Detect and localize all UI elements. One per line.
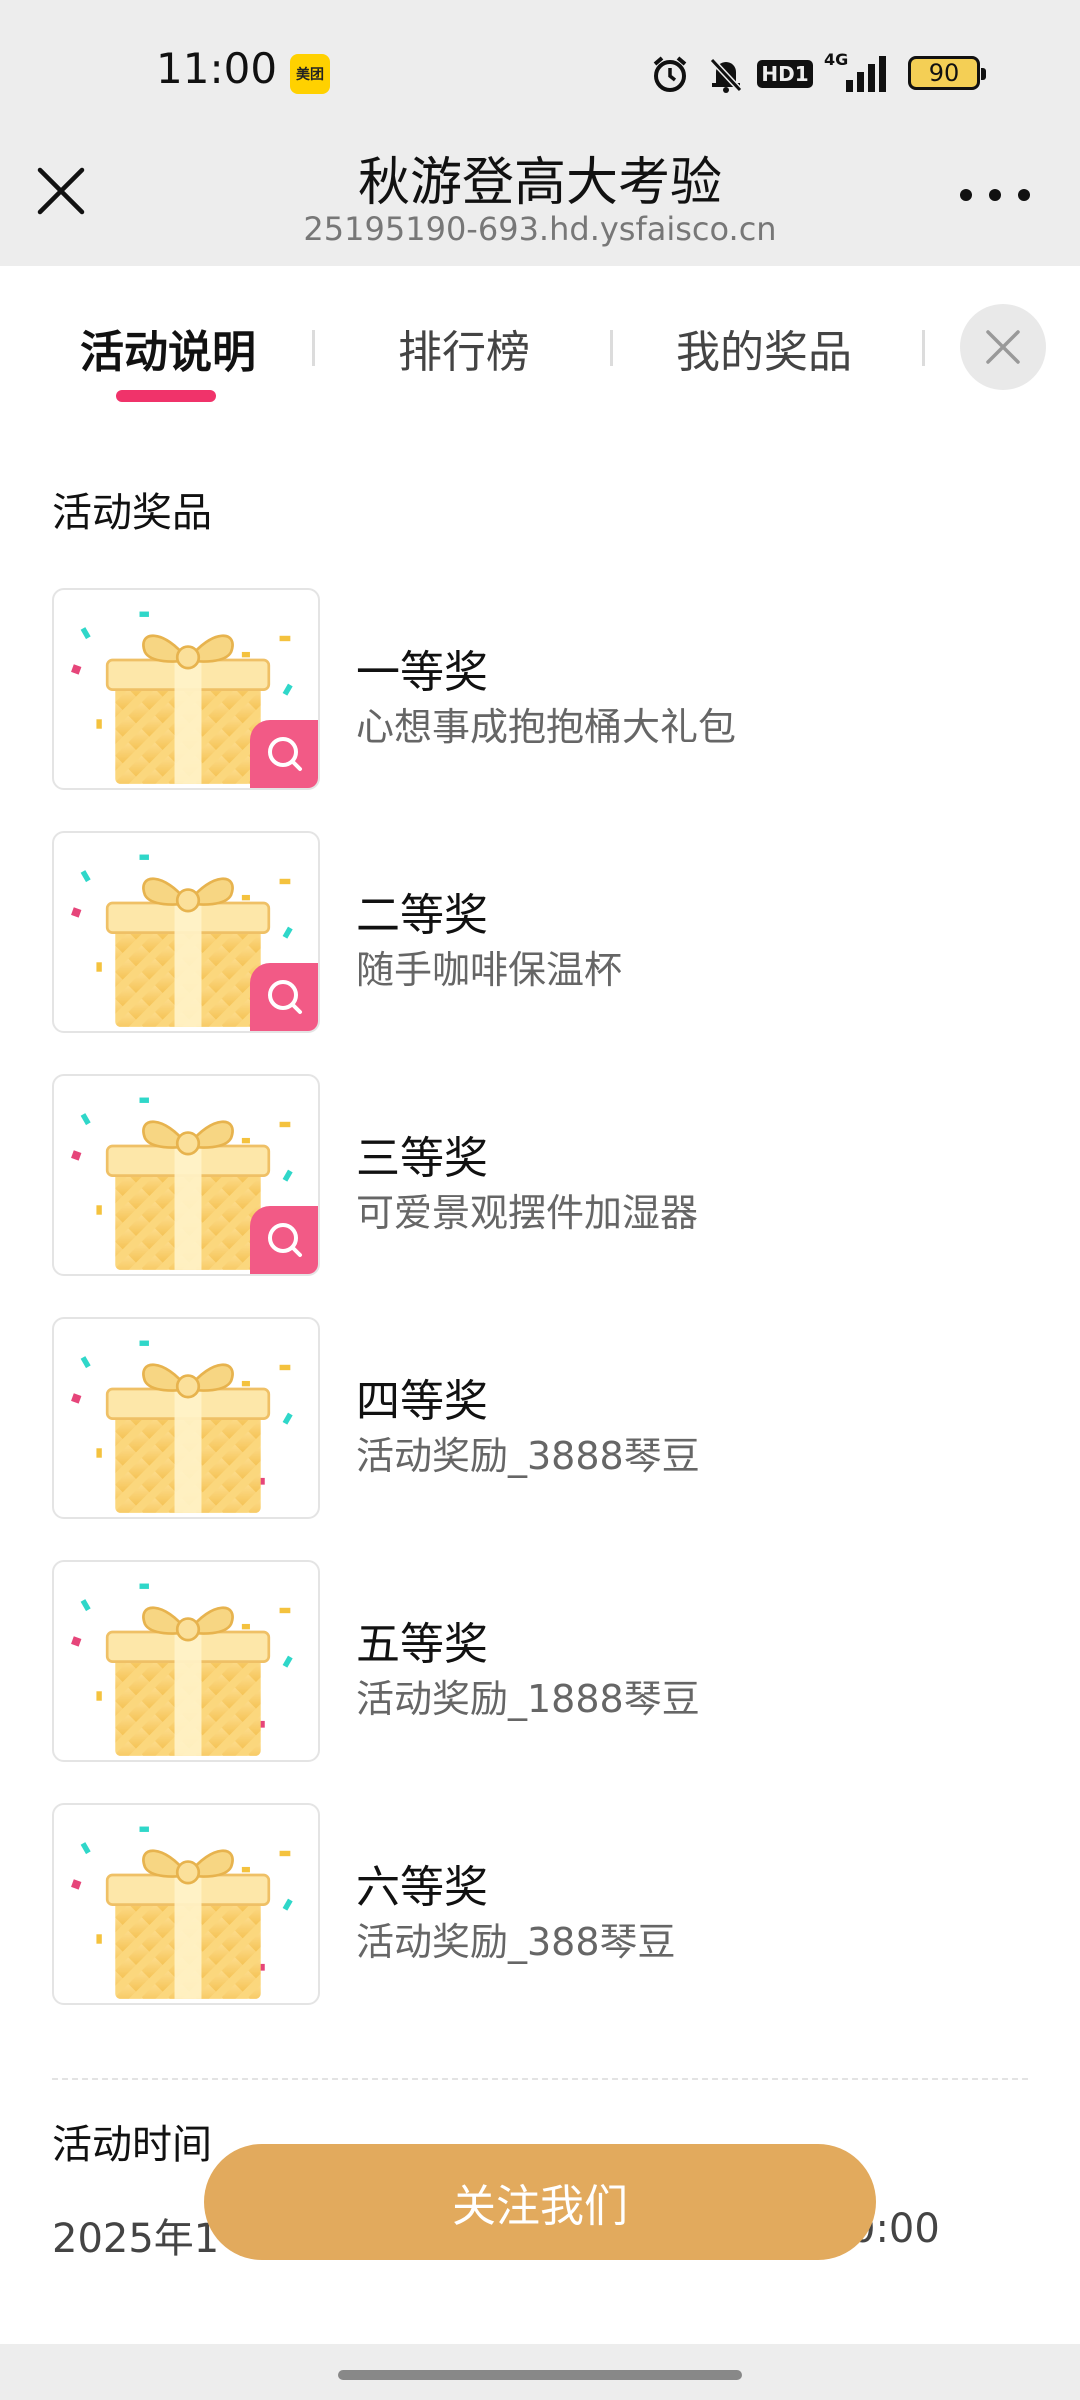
prize-description: 活动奖励_3888琴豆 <box>356 1434 700 1478</box>
prize-image <box>52 588 320 790</box>
time-heading: 活动时间 <box>52 2112 236 2176</box>
prize-rank: 四等奖 <box>356 1376 488 1427</box>
tab-active-indicator <box>116 390 216 402</box>
tab-leaderboard[interactable]: 排行榜 <box>398 316 530 380</box>
prize-item[interactable]: 六等奖 活动奖励_388琴豆 <box>52 1803 1028 2007</box>
more-icon <box>960 189 972 201</box>
prize-rank: 五等奖 <box>356 1619 488 1670</box>
tab-divider <box>312 330 315 366</box>
prize-rank: 六等奖 <box>356 1862 488 1913</box>
tab-my-prizes[interactable]: 我的奖品 <box>676 316 852 380</box>
prize-description: 心想事成抱抱桶大礼包 <box>356 705 737 749</box>
close-icon <box>986 330 1020 364</box>
prizes-heading: 活动奖品 <box>52 480 236 544</box>
panel-close-button[interactable] <box>960 304 1046 390</box>
prize-rank: 一等奖 <box>356 647 488 698</box>
status-bar: 11:00 美团 HD1 4G 90 <box>0 0 1080 140</box>
zoom-button[interactable] <box>250 963 318 1031</box>
search-icon <box>268 737 302 771</box>
tab-bar: 活动说明 排行榜 我的奖品 <box>0 266 1080 426</box>
prize-item[interactable]: 四等奖 活动奖励_3888琴豆 <box>52 1317 1028 1521</box>
hd-icon: HD1 <box>757 52 813 96</box>
search-icon <box>268 980 302 1014</box>
prize-image <box>52 831 320 1033</box>
gift-icon <box>69 1582 295 1758</box>
gift-icon <box>69 1339 295 1515</box>
time-heading-text: 活动时间 <box>52 2122 212 2168</box>
prize-image <box>52 1074 320 1276</box>
prize-description: 随手咖啡保温杯 <box>356 948 623 992</box>
network-type: 4G <box>824 50 849 69</box>
prize-item[interactable]: 二等奖 随手咖啡保温杯 <box>52 831 1028 1035</box>
prize-rank: 二等奖 <box>356 890 488 941</box>
search-icon <box>268 1223 302 1257</box>
prize-item[interactable]: 一等奖 心想事成抱抱桶大礼包 <box>52 588 1028 792</box>
status-time: 11:00 <box>156 44 278 93</box>
zoom-button[interactable] <box>250 720 318 788</box>
prize-description: 活动奖励_388琴豆 <box>356 1920 676 1964</box>
tab-activity-info[interactable]: 活动说明 <box>80 316 256 380</box>
prize-description: 可爱景观摆件加湿器 <box>356 1191 699 1235</box>
prize-image <box>52 1560 320 1762</box>
prize-item[interactable]: 五等奖 活动奖励_1888琴豆 <box>52 1560 1028 1764</box>
section-divider <box>52 2078 1028 2080</box>
more-icon-dot <box>989 189 1001 201</box>
battery-icon: 90 <box>908 56 986 90</box>
activity-time-start: 2025年1 <box>52 2216 220 2262</box>
home-indicator[interactable] <box>338 2370 742 2380</box>
hd-badge: HD1 <box>757 60 813 88</box>
page-url: 25195190-693.hd.ysfaisco.cn <box>303 210 777 248</box>
prize-image <box>52 1803 320 2005</box>
zoom-button[interactable] <box>250 1206 318 1274</box>
tab-divider <box>610 330 613 366</box>
prize-description: 活动奖励_1888琴豆 <box>356 1677 700 1721</box>
mute-bell-icon <box>704 52 748 96</box>
signal-icon: 4G <box>824 50 892 96</box>
more-icon-dot <box>1018 189 1030 201</box>
top-bar: 11:00 美团 HD1 4G 90 秋游登高大考验 25195190-693.… <box>0 0 1080 266</box>
page-title: 秋游登高大考验 <box>357 153 722 213</box>
prize-rank: 三等奖 <box>356 1133 488 1184</box>
meituan-app-icon: 美团 <box>290 54 330 94</box>
more-button[interactable] <box>960 170 1030 220</box>
follow-us-button[interactable]: 关注我们 <box>204 2144 876 2260</box>
prize-item[interactable]: 三等奖 可爱景观摆件加湿器 <box>52 1074 1028 1278</box>
gift-icon <box>69 1825 295 2001</box>
alarm-icon <box>648 52 692 96</box>
prize-image <box>52 1317 320 1519</box>
prizes-heading-text: 活动奖品 <box>52 490 212 536</box>
tab-divider <box>922 330 925 366</box>
